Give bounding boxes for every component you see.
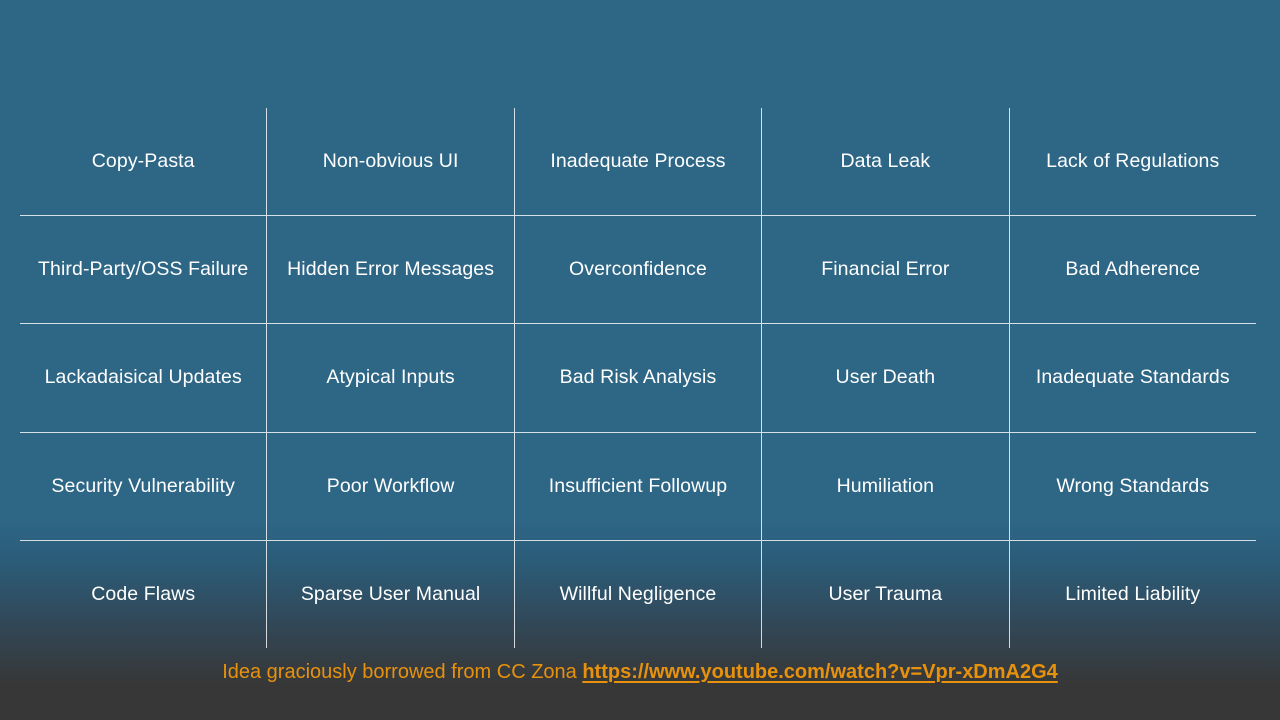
matrix-cell: Financial Error bbox=[761, 215, 1010, 324]
table-row: Third-Party/OSS Failure Hidden Error Mes… bbox=[20, 215, 1256, 324]
matrix-cell: Insufficient Followup bbox=[513, 431, 762, 541]
matrix-cell: Wrong Standards bbox=[1008, 431, 1256, 541]
matrix-body: Copy-Pasta Non-obvious UI Inadequate Pro… bbox=[20, 108, 1256, 648]
matrix-cell: Code Flaws bbox=[20, 539, 267, 648]
failure-mode-matrix: Copy-Pasta Non-obvious UI Inadequate Pro… bbox=[20, 108, 1256, 648]
matrix-cell: Sparse User Manual bbox=[266, 539, 515, 648]
matrix-cell: Lackadaisical Updates bbox=[20, 323, 267, 433]
matrix-cell: Bad Adherence bbox=[1008, 215, 1256, 324]
matrix-cell: Lack of Regulations bbox=[1008, 108, 1256, 216]
matrix-cell: Security Vulnerability bbox=[20, 431, 267, 541]
matrix-cell: User Death bbox=[761, 323, 1010, 433]
slide-canvas: Copy-Pasta Non-obvious UI Inadequate Pro… bbox=[0, 0, 1280, 720]
table-row: Lackadaisical Updates Atypical Inputs Ba… bbox=[20, 323, 1256, 433]
matrix-cell: Hidden Error Messages bbox=[266, 215, 515, 324]
matrix-cell: Data Leak bbox=[761, 108, 1010, 216]
matrix-cell: Willful Negligence bbox=[513, 539, 762, 648]
attribution-footer: Idea graciously borrowed from CC Zona ht… bbox=[0, 662, 1280, 682]
matrix-cell: Limited Liability bbox=[1008, 539, 1256, 648]
matrix-cell: Bad Risk Analysis bbox=[513, 323, 762, 433]
matrix-cell: Overconfidence bbox=[513, 215, 762, 324]
matrix-cell: User Trauma bbox=[761, 539, 1010, 648]
matrix-cell: Atypical Inputs bbox=[266, 323, 515, 433]
table-row: Security Vulnerability Poor Workflow Ins… bbox=[20, 431, 1256, 541]
matrix-cell: Inadequate Standards bbox=[1008, 323, 1256, 433]
table-row: Copy-Pasta Non-obvious UI Inadequate Pro… bbox=[20, 108, 1256, 216]
matrix-cell: Copy-Pasta bbox=[91, 150, 195, 173]
source-url-link[interactable]: https://www.youtube.com/watch?v=Vpr-xDmA… bbox=[582, 661, 1057, 683]
matrix-cell: Humiliation bbox=[761, 431, 1010, 541]
matrix-cell: Poor Workflow bbox=[266, 431, 515, 541]
attribution-text: Idea graciously borrowed from CC Zona bbox=[222, 661, 583, 683]
matrix-cell: Inadequate Process bbox=[513, 108, 762, 216]
matrix-cell: Non-obvious UI bbox=[266, 108, 515, 216]
table-row: Code Flaws Sparse User Manual Willful Ne… bbox=[20, 539, 1256, 648]
matrix-cell: Third-Party/OSS Failure bbox=[20, 215, 267, 324]
